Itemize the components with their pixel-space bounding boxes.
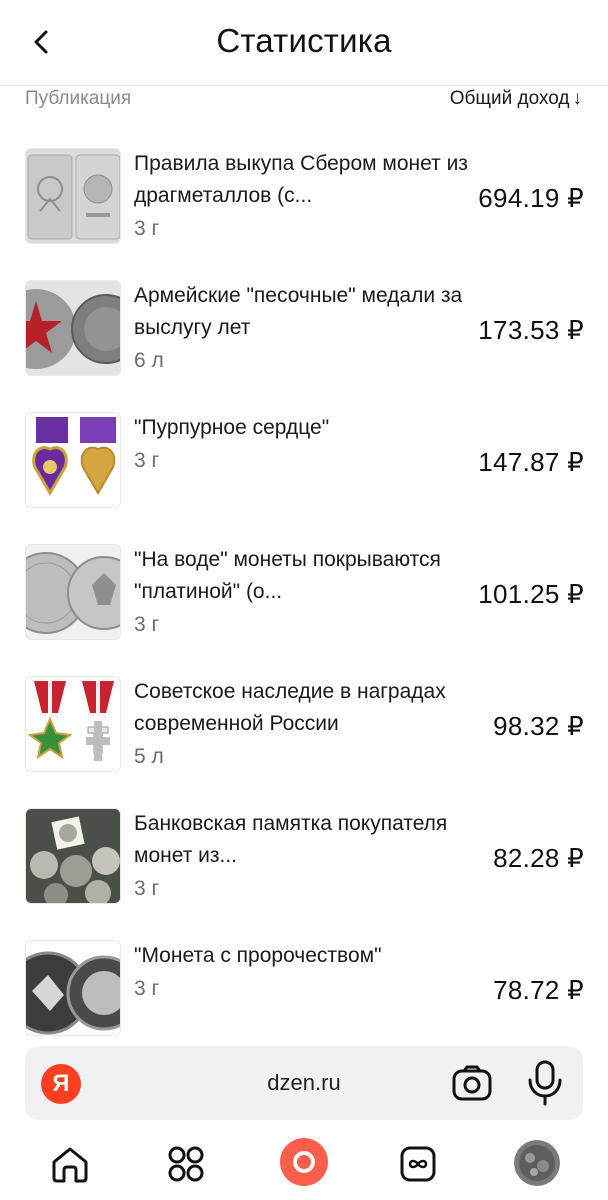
publication-income: 147.87 ₽ [478,446,584,477]
publication-age: 3 г [134,613,160,636]
publication-income: 82.28 ₽ [493,842,584,873]
bottom-navigation [0,1130,608,1200]
list-item[interactable]: "Пурпурное сердце" 3 г 147.87 ₽ [0,396,608,528]
thumbnail-red-star-medal [25,280,121,376]
apps-grid-icon [168,1146,204,1182]
column-income-label: Общий доход [449,88,570,109]
publication-title: Банковская памятка покупателя монет из..… [134,812,448,867]
browser-address-bar[interactable]: Я dzen.ru [25,1046,583,1120]
list-item[interactable]: Правила выкупа Сбером монет из драгметал… [0,132,608,264]
publication-age: 3 г [134,449,160,472]
list-item[interactable]: "На воде" монеты покрываются "платиной" … [0,528,608,660]
thumbnail-purple-heart-medal [25,412,121,508]
publication-title: Армейские "песочные" медали за выслугу л… [134,284,463,339]
camera-icon [452,1065,492,1101]
publication-income: 78.72 ₽ [493,974,584,1005]
url-text[interactable]: dzen.ru [25,1070,583,1096]
publication-income: 101.25 ₽ [478,578,584,609]
top-app-bar: Статистика [0,0,608,86]
publication-income: 173.53 ₽ [478,314,584,345]
publication-title: "Монета с пророчеством" [134,944,382,967]
publication-age: 6 л [134,349,164,372]
thumbnail-silver-coins [25,544,121,640]
publication-title: "Пурпурное сердце" [134,416,330,439]
column-publication-label: Публикация [25,88,132,109]
table-header: Публикация Общий доход ↓ [0,88,608,118]
alice-icon [293,1151,315,1173]
list-item[interactable]: Армейские "песочные" медали за выслугу л… [0,264,608,396]
nav-alice-button[interactable] [280,1138,328,1186]
profile-avatar[interactable] [514,1140,560,1186]
avatar-coin-image [514,1140,560,1186]
publication-age: 3 г [134,977,160,1000]
list-item[interactable]: "Монета с пророчеством" 3 г 78.72 ₽ [0,924,608,1038]
thumbnail-dark-coins [25,940,121,1036]
nav-apps-button[interactable] [164,1142,208,1186]
column-income-sort-button[interactable]: Общий доход ↓ [450,88,582,110]
nav-subscriptions-button[interactable] [396,1142,440,1186]
publication-income: 694.19 ₽ [478,182,584,213]
thumbnail-silver-bar-coin [25,148,121,244]
publication-title: Правила выкупа Сбером монет из драгметал… [134,152,468,207]
publication-title: Советское наследие в наградах современно… [134,680,446,735]
thumbnail-red-ribbon-orders [25,676,121,772]
publication-age: 3 г [134,217,160,240]
publication-income: 98.32 ₽ [493,710,584,741]
list-item[interactable]: Советское наследие в наградах современно… [0,660,608,792]
page-title: Статистика [216,22,392,59]
publication-title: "На воде" монеты покрываются "платиной" … [134,548,441,603]
voice-search-button[interactable] [525,1060,565,1106]
sort-arrow-down-icon: ↓ [572,88,583,109]
camera-search-button[interactable] [451,1063,493,1103]
home-icon [52,1147,88,1183]
publication-list: Правила выкупа Сбером монет из драгметал… [0,132,608,1038]
subscriptions-icon [400,1146,436,1182]
thumbnail-coins-pile [25,808,121,904]
nav-home-button[interactable] [48,1142,92,1186]
publication-age: 5 л [134,745,164,768]
publication-age: 3 г [134,877,160,900]
microphone-icon [528,1060,562,1106]
list-item[interactable]: Банковская памятка покупателя монет из..… [0,792,608,924]
